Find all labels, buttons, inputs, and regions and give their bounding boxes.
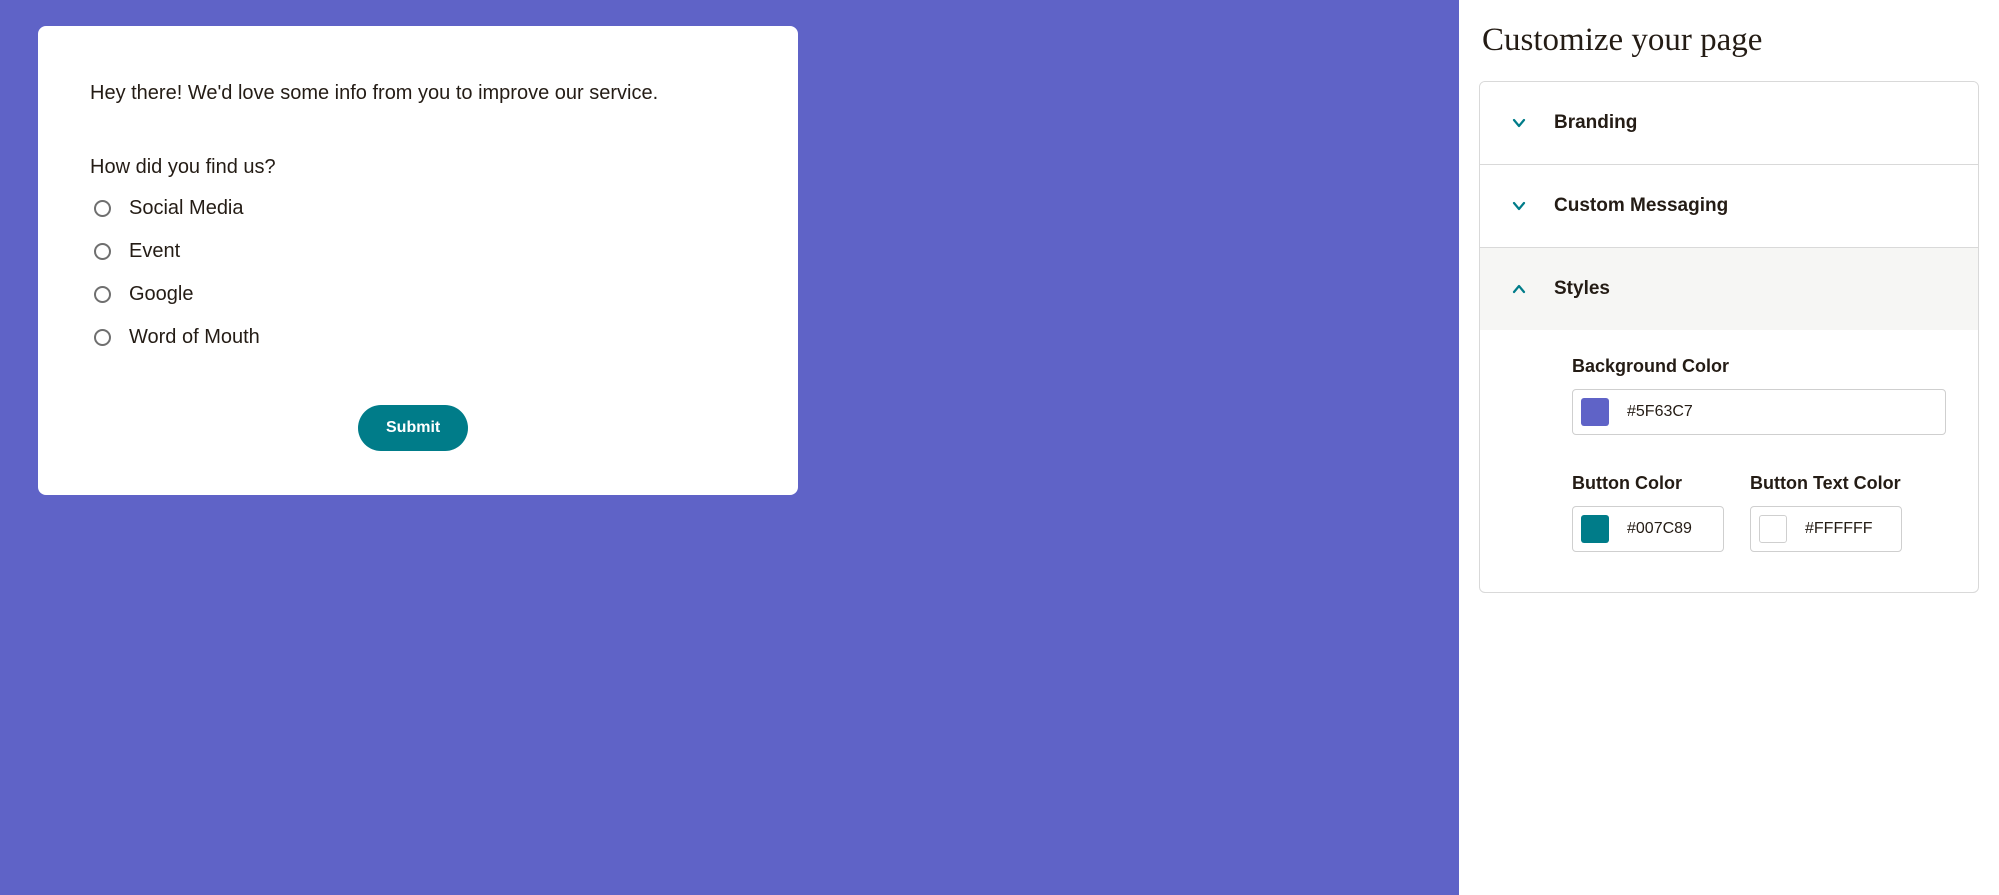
radio-icon xyxy=(94,200,111,217)
field-button-text-color: Button Text Color xyxy=(1750,473,1902,552)
color-input-button-text[interactable] xyxy=(1750,506,1902,552)
option-event[interactable]: Event xyxy=(90,240,742,263)
field-label: Background Color xyxy=(1572,356,1946,377)
form-intro: Hey there! We'd love some info from you … xyxy=(90,78,742,108)
accordion-item-styles: Styles Background Color Button Color xyxy=(1480,247,1978,592)
question-label: How did you find us? xyxy=(90,156,742,179)
radio-icon xyxy=(94,286,111,303)
color-swatch-icon xyxy=(1581,398,1609,426)
options-group: Social Media Event Google Word of Mouth xyxy=(90,197,742,349)
option-label: Google xyxy=(129,283,194,306)
submit-button[interactable]: Submit xyxy=(358,405,468,451)
color-value-input[interactable] xyxy=(1805,520,1887,538)
accordion-body-styles: Background Color Button Color xyxy=(1480,330,1978,592)
accordion-header-messaging[interactable]: Custom Messaging xyxy=(1480,165,1978,247)
accordion-title: Custom Messaging xyxy=(1554,195,1728,217)
submit-row: Submit xyxy=(90,405,742,451)
option-word-of-mouth[interactable]: Word of Mouth xyxy=(90,326,742,349)
color-input-background[interactable] xyxy=(1572,389,1946,435)
radio-icon xyxy=(94,243,111,260)
preview-pane: Hey there! We'd love some info from you … xyxy=(0,0,1459,895)
chevron-down-icon xyxy=(1512,199,1526,213)
accordion: Branding Custom Messaging Styles Backgro… xyxy=(1479,81,1979,593)
field-background-color: Background Color xyxy=(1572,356,1946,435)
option-social-media[interactable]: Social Media xyxy=(90,197,742,220)
chevron-down-icon xyxy=(1512,116,1526,130)
field-button-color: Button Color xyxy=(1572,473,1724,552)
radio-icon xyxy=(94,329,111,346)
color-swatch-icon xyxy=(1759,515,1787,543)
accordion-item-branding: Branding xyxy=(1480,82,1978,164)
option-google[interactable]: Google xyxy=(90,283,742,306)
color-swatch-icon xyxy=(1581,515,1609,543)
chevron-up-icon xyxy=(1512,282,1526,296)
color-value-input[interactable] xyxy=(1627,520,1709,538)
color-input-button[interactable] xyxy=(1572,506,1724,552)
option-label: Social Media xyxy=(129,197,244,220)
accordion-title: Styles xyxy=(1554,278,1610,300)
field-row-button-colors: Button Color Button Text Color xyxy=(1572,473,1946,552)
accordion-item-messaging: Custom Messaging xyxy=(1480,164,1978,247)
option-label: Event xyxy=(129,240,180,263)
field-label: Button Color xyxy=(1572,473,1724,494)
field-label: Button Text Color xyxy=(1750,473,1902,494)
option-label: Word of Mouth xyxy=(129,326,260,349)
form-card: Hey there! We'd love some info from you … xyxy=(38,26,798,495)
customize-pane: Customize your page Branding Custom Mess… xyxy=(1459,0,1999,895)
accordion-header-branding[interactable]: Branding xyxy=(1480,82,1978,164)
accordion-header-styles[interactable]: Styles xyxy=(1480,248,1978,330)
color-value-input[interactable] xyxy=(1627,403,1709,421)
accordion-title: Branding xyxy=(1554,112,1637,134)
page-title: Customize your page xyxy=(1482,22,1979,59)
